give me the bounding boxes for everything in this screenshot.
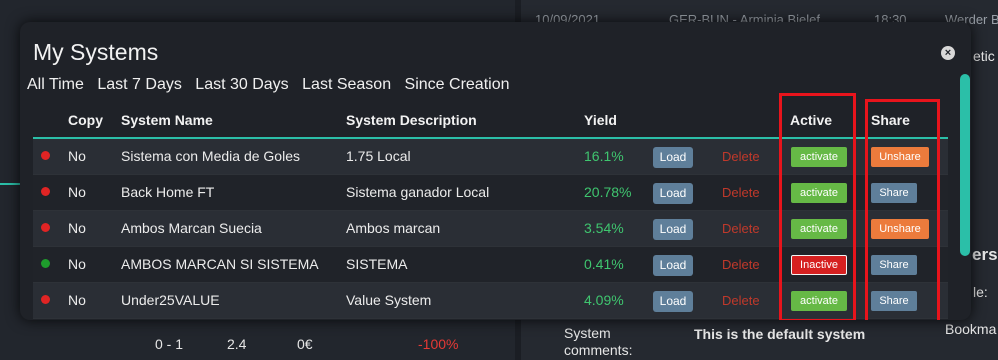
filter-last-7-days[interactable]: Last 7 Days xyxy=(97,76,181,93)
bg-snippet-2: ers xyxy=(972,245,998,264)
system-name: Ambos Marcan Suecia xyxy=(121,220,262,236)
copy-value: No xyxy=(68,292,86,308)
system-description: SISTEMA xyxy=(346,256,408,272)
yield-value: 16.1% xyxy=(584,148,624,164)
delete-link[interactable]: Delete xyxy=(722,293,760,308)
system-name: AMBOS MARCAN SI SISTEMA xyxy=(121,256,319,272)
system-description: 1.75 Local xyxy=(346,148,411,164)
delete-link[interactable]: Delete xyxy=(722,185,760,200)
yield-value: 0.41% xyxy=(584,256,624,272)
system-description: Ambos marcan xyxy=(346,220,441,236)
share-column-highlight xyxy=(865,99,940,320)
status-dot-icon xyxy=(41,223,50,232)
system-name: Under25VALUE xyxy=(121,292,220,308)
delete-link[interactable]: Delete xyxy=(722,221,760,236)
system-description: Sistema ganador Local xyxy=(346,184,490,200)
load-button[interactable]: Load xyxy=(653,147,693,168)
bg-odds: 2.4 xyxy=(227,336,247,352)
copy-value: No xyxy=(68,256,86,272)
active-column-highlight xyxy=(779,93,856,320)
column-copy: Copy xyxy=(68,112,103,128)
my-systems-modal: My Systems × All Time Last 7 Days Last 3… xyxy=(20,22,971,320)
column-system-name: System Name xyxy=(121,112,213,128)
status-dot-icon xyxy=(41,295,50,304)
status-dot-icon xyxy=(41,187,50,196)
load-button[interactable]: Load xyxy=(653,291,693,312)
copy-value: No xyxy=(68,220,86,236)
yield-value: 20.78% xyxy=(584,184,632,200)
column-yield: Yield xyxy=(584,112,617,128)
bg-stake: 0€ xyxy=(297,336,313,352)
copy-value: No xyxy=(68,184,86,200)
bg-score: 0 - 1 xyxy=(155,336,184,352)
bg-snippet-4: Bookma xyxy=(945,321,997,337)
status-dot-icon xyxy=(41,259,50,268)
scrollbar-thumb[interactable] xyxy=(960,74,970,256)
copy-value: No xyxy=(68,148,86,164)
default-system-text: This is the default system xyxy=(694,326,866,342)
time-filter-bar: All Time Last 7 Days Last 30 Days Last S… xyxy=(27,76,519,94)
filter-last-season[interactable]: Last Season xyxy=(302,76,391,93)
bg-snippet-3: le: xyxy=(973,284,988,300)
system-name: Sistema con Media de Goles xyxy=(121,148,300,164)
system-name: Back Home FT xyxy=(121,184,215,200)
yield-value: 4.09% xyxy=(584,292,624,308)
filter-last-30-days[interactable]: Last 30 Days xyxy=(195,76,288,93)
bg-profit: -100% xyxy=(418,336,459,352)
modal-title: My Systems xyxy=(33,39,159,65)
system-description: Value System xyxy=(346,292,432,308)
load-button[interactable]: Load xyxy=(653,255,693,276)
close-icon[interactable]: × xyxy=(941,46,955,60)
load-button[interactable]: Load xyxy=(653,219,693,240)
delete-link[interactable]: Delete xyxy=(722,257,760,272)
system-comments-label: System comments: xyxy=(564,325,633,358)
yield-value: 3.54% xyxy=(584,220,624,236)
delete-link[interactable]: Delete xyxy=(722,149,760,164)
column-system-description: System Description xyxy=(346,112,477,128)
filter-all-time[interactable]: All Time xyxy=(27,76,84,93)
load-button[interactable]: Load xyxy=(653,183,693,204)
status-dot-icon xyxy=(41,151,50,160)
bg-snippet-1: etic xyxy=(973,48,995,64)
filter-since-creation[interactable]: Since Creation xyxy=(405,76,510,93)
background-chart-line xyxy=(0,183,22,185)
